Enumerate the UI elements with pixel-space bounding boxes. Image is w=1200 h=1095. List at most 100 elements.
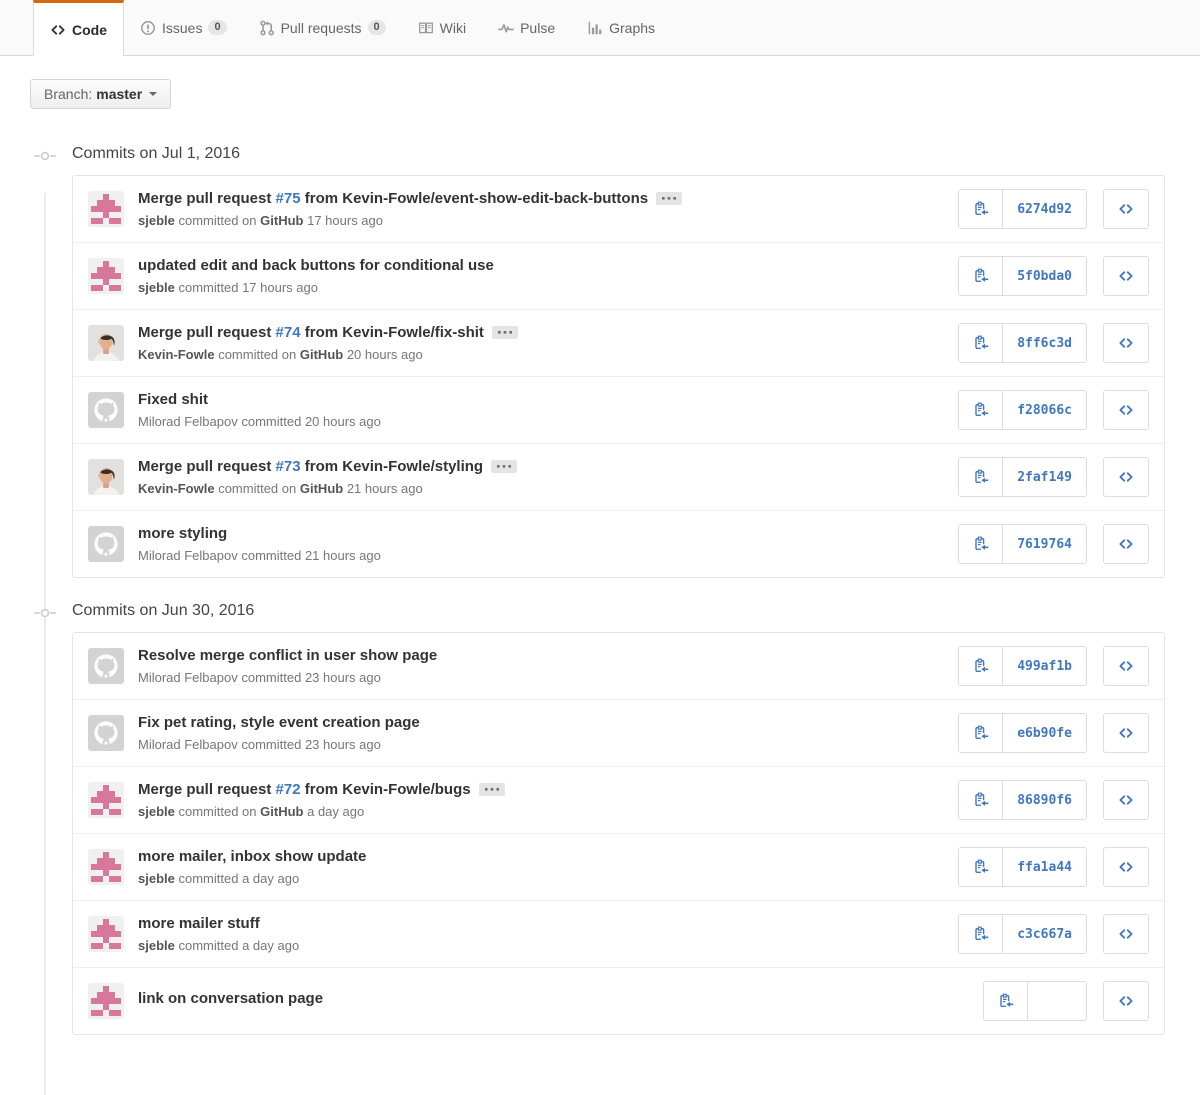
copy-sha-button[interactable]	[959, 190, 1003, 228]
commit-meta: Milorad Felbapov committed 21 hours ago	[138, 548, 381, 563]
copy-sha-button[interactable]	[959, 324, 1003, 362]
committer-name: GitHub	[300, 481, 343, 496]
browse-code-button[interactable]	[1103, 914, 1149, 954]
commit-sha-link[interactable]	[1028, 982, 1086, 1020]
commit-title-link[interactable]: from Kevin-Fowle/event-show-edit-back-bu…	[301, 190, 649, 207]
tab-wiki-label: Wiki	[440, 20, 466, 36]
commit-sha-link[interactable]: 499af1b	[1003, 647, 1086, 685]
browse-code-button[interactable]	[1103, 524, 1149, 564]
commit-description-toggle[interactable]	[479, 783, 505, 796]
avatar[interactable]	[88, 983, 124, 1019]
browse-code-button[interactable]	[1103, 780, 1149, 820]
pr-number-link[interactable]: #75	[276, 190, 301, 207]
commit-title-link[interactable]: from Kevin-Fowle/styling	[301, 458, 484, 475]
browse-code-button[interactable]	[1103, 457, 1149, 497]
commit-description-toggle[interactable]	[492, 326, 518, 339]
tab-issues-label: Issues	[162, 20, 202, 36]
pr-number-link[interactable]: #73	[276, 458, 301, 475]
commit-title-link[interactable]: Fixed shit	[138, 391, 208, 408]
commit-title-link[interactable]: Merge pull request	[138, 781, 276, 798]
commit-author-link[interactable]: Kevin-Fowle	[138, 347, 215, 362]
commit-sha-link[interactable]: c3c667a	[1003, 915, 1086, 953]
commit-time: 23 hours ago	[305, 670, 381, 685]
commit-row: Fix pet rating, style event creation pag…	[73, 700, 1164, 767]
copy-sha-button[interactable]	[959, 525, 1003, 563]
commit-title-link[interactable]: from Kevin-Fowle/fix-shit	[301, 324, 484, 341]
commit-sha-link[interactable]: 86890f6	[1003, 781, 1086, 819]
pr-number-link[interactable]: #74	[276, 324, 301, 341]
branch-select-button[interactable]: Branch: master	[30, 79, 171, 109]
pr-number-link[interactable]: #72	[276, 781, 301, 798]
commit-title-link[interactable]: Resolve merge conflict in user show page	[138, 647, 437, 664]
commit-author-link[interactable]: Kevin-Fowle	[138, 481, 215, 496]
commit-description-toggle[interactable]	[491, 460, 517, 473]
committed-text: committed on	[178, 804, 256, 819]
tab-issues[interactable]: Issues 0	[124, 0, 243, 55]
browse-code-button[interactable]	[1103, 713, 1149, 753]
commit-author-link[interactable]: sjeble	[138, 213, 175, 228]
commit-group-heading: Commits on Jul 1, 2016	[72, 145, 1165, 163]
commit-sha-link[interactable]: e6b90fe	[1003, 714, 1086, 752]
commit-description-toggle[interactable]	[656, 192, 682, 205]
avatar[interactable]	[88, 191, 124, 227]
copy-sha-button[interactable]	[959, 647, 1003, 685]
avatar[interactable]	[88, 526, 124, 562]
copy-sha-button[interactable]	[959, 781, 1003, 819]
commit-sha-link[interactable]: 6274d92	[1003, 190, 1086, 228]
commit-author-link[interactable]: sjeble	[138, 280, 175, 295]
copy-sha-button[interactable]	[959, 257, 1003, 295]
copy-sha-button[interactable]	[959, 848, 1003, 886]
browse-code-button[interactable]	[1103, 256, 1149, 296]
copy-sha-button[interactable]	[959, 714, 1003, 752]
commit-author: Milorad Felbapov	[138, 548, 238, 563]
commit-row: more mailer, inbox show update sjeble co…	[73, 834, 1164, 901]
tab-code[interactable]: Code	[33, 0, 124, 56]
commit-author-link[interactable]: sjeble	[138, 804, 175, 819]
commit-sha-link[interactable]: f28066c	[1003, 391, 1086, 429]
commit-title-link[interactable]: more mailer stuff	[138, 915, 260, 932]
commit-title-link[interactable]: Fix pet rating, style event creation pag…	[138, 714, 420, 731]
commit-meta: sjeble committed 17 hours ago	[138, 280, 494, 295]
commit-title-link[interactable]: from Kevin-Fowle/bugs	[301, 781, 471, 798]
browse-code-button[interactable]	[1103, 847, 1149, 887]
commit-sha-link[interactable]: 2faf149	[1003, 458, 1086, 496]
avatar[interactable]	[88, 648, 124, 684]
tab-graphs[interactable]: Graphs	[571, 0, 671, 55]
tab-pulse[interactable]: Pulse	[482, 0, 571, 55]
copy-sha-button[interactable]	[959, 915, 1003, 953]
tab-wiki[interactable]: Wiki	[402, 0, 482, 55]
commit-title-link[interactable]: more mailer, inbox show update	[138, 848, 366, 865]
commit-meta: sjeble committed on GitHub 17 hours ago	[138, 213, 682, 228]
commit-title-link[interactable]: Merge pull request	[138, 324, 276, 341]
browse-code-button[interactable]	[1103, 323, 1149, 363]
avatar[interactable]	[88, 459, 124, 495]
browse-code-button[interactable]	[1103, 981, 1149, 1021]
avatar[interactable]	[88, 325, 124, 361]
commit-title-link[interactable]: more styling	[138, 525, 227, 542]
browse-code-button[interactable]	[1103, 390, 1149, 430]
copy-sha-button[interactable]	[984, 982, 1028, 1020]
copy-sha-button[interactable]	[959, 458, 1003, 496]
commit-actions: 499af1b	[958, 646, 1149, 686]
commit-author-link[interactable]: sjeble	[138, 871, 175, 886]
tab-pull-requests[interactable]: Pull requests 0	[243, 0, 402, 55]
pull-requests-count-badge: 0	[368, 20, 386, 35]
commit-title-link[interactable]: Merge pull request	[138, 190, 276, 207]
avatar[interactable]	[88, 392, 124, 428]
commit-sha-link[interactable]: 8ff6c3d	[1003, 324, 1086, 362]
avatar[interactable]	[88, 715, 124, 751]
commit-sha-link[interactable]: ffa1a44	[1003, 848, 1086, 886]
commit-title-link[interactable]: updated edit and back buttons for condit…	[138, 257, 494, 274]
commit-actions: ffa1a44	[958, 847, 1149, 887]
browse-code-button[interactable]	[1103, 189, 1149, 229]
avatar[interactable]	[88, 849, 124, 885]
commit-sha-link[interactable]: 5f0bda0	[1003, 257, 1086, 295]
copy-sha-button[interactable]	[959, 391, 1003, 429]
commit-title-link[interactable]: Merge pull request	[138, 458, 276, 475]
commit-sha-link[interactable]: 7619764	[1003, 525, 1086, 563]
commit-title-link[interactable]: link on conversation page	[138, 990, 323, 1007]
browse-code-button[interactable]	[1103, 646, 1149, 686]
avatar[interactable]	[88, 916, 124, 952]
avatar[interactable]	[88, 258, 124, 294]
avatar[interactable]	[88, 782, 124, 818]
